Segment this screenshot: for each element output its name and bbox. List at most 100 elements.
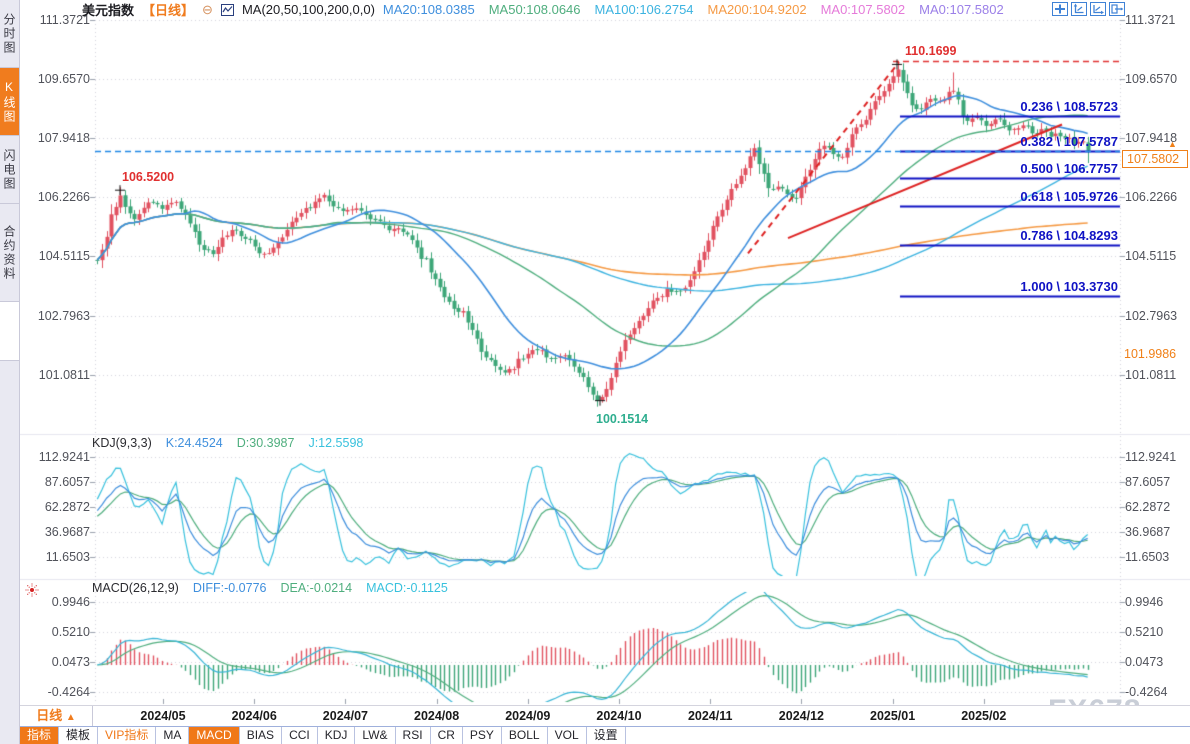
sidebar-tab-contract-info[interactable]: 合约资料: [0, 204, 19, 302]
toolbar-vip-indicators[interactable]: VIP指标: [98, 727, 156, 744]
macd-diff-value: DIFF:-0.0776: [193, 581, 267, 595]
x-axis-label: 2024/05: [140, 709, 185, 723]
period-selector-button[interactable]: 日线 ▲: [20, 706, 93, 726]
chart-toolbar-icons: [1052, 2, 1125, 16]
triangle-up-icon: ▲: [66, 712, 76, 723]
fib-level-label: 0.618 \ 105.9726: [880, 189, 1118, 204]
scale-up-icon[interactable]: [1071, 2, 1087, 16]
x-axis-label: 2025/01: [870, 709, 915, 723]
macd-title: MACD(26,12,9): [92, 581, 179, 595]
ma-values-group: MA20:108.0385 MA50:108.0646 MA100:106.2754…: [383, 2, 1004, 17]
trading-app-window: 分时图K线图闪电图合约资料 美元指数 【日线】 ⊖ MA(20,50,100,2…: [0, 0, 1190, 744]
fib-level-label: 0.500 \ 106.7757: [880, 161, 1118, 176]
y-axis-label: 101.0811: [1125, 368, 1176, 382]
toolbar-kdj[interactable]: KDJ: [318, 727, 356, 744]
kdj-k-value: K:24.4524: [166, 436, 223, 450]
y-axis-label: 107.9418: [24, 131, 90, 145]
x-axis-label: 2024/08: [414, 709, 459, 723]
x-axis-label: 2024/07: [323, 709, 368, 723]
toolbar-boll[interactable]: BOLL: [502, 727, 548, 744]
y-axis-label: 111.3721: [1125, 13, 1175, 27]
x-axis-label: 2024/12: [779, 709, 824, 723]
ma-value-5: MA0:107.5802: [821, 2, 906, 17]
toolbar-settings[interactable]: 设置: [587, 727, 626, 744]
toolbar-macd[interactable]: MACD: [189, 727, 239, 744]
toolbar-indicators[interactable]: 指标: [20, 727, 59, 744]
y-axis-label: 36.9687: [24, 525, 90, 539]
toolbar-psy[interactable]: PSY: [463, 727, 502, 744]
sidebar-tab-flash-chart[interactable]: 闪电图: [0, 136, 19, 204]
fib-level-label: 0.236 \ 108.5723: [880, 99, 1118, 114]
y-axis-label: 112.9241: [1125, 450, 1176, 464]
x-axis-row: 日线 ▲ 2024/05 2024/06 2024/07 2024/08 2024/09…: [20, 705, 1190, 727]
alert-price-label: 101.9986: [1124, 347, 1176, 361]
y-axis-label: 0.5210: [24, 625, 90, 639]
toolbar-cr[interactable]: CR: [431, 727, 463, 744]
ma-value-2: MA50:108.0646: [489, 2, 581, 17]
y-axis-label: 109.6570: [24, 72, 90, 86]
indicator-toolbar: 指标模板VIP指标MAMACDBIASCCIKDJLW&RSICRPSYBOLL…: [20, 727, 1190, 744]
kdj-title: KDJ(9,3,3): [92, 436, 152, 450]
y-axis-label: 104.5115: [24, 249, 90, 263]
y-axis-label: 109.6570: [1125, 72, 1177, 86]
sidebar-tab-candle-chart[interactable]: K线图: [0, 68, 19, 136]
toolbar-lw[interactable]: LW&: [355, 727, 395, 744]
y-axis-label: 62.2872: [24, 500, 90, 514]
chart-type-sidebar: 分时图K线图闪电图合约资料: [0, 0, 20, 744]
ma-value-4: MA200:104.9202: [708, 2, 807, 17]
kdj-header: KDJ(9,3,3) K:24.4524 D:30.3987 J:12.5598: [92, 436, 363, 450]
y-axis-label: 11.6503: [24, 550, 90, 564]
pan-icon[interactable]: [1052, 2, 1068, 16]
y-axis-label: 111.3721: [24, 13, 90, 27]
x-axis-label: 2024/06: [232, 709, 277, 723]
indicator-settings-icon[interactable]: [25, 583, 39, 597]
y-axis-label: 0.0473: [1125, 655, 1163, 669]
y-axis-label: 0.0473: [24, 655, 90, 669]
scale-right-icon[interactable]: [1090, 2, 1106, 16]
period-title: 【日线】: [142, 0, 194, 19]
price-annotation: 100.1514: [596, 412, 648, 426]
y-axis-label: 0.5210: [1125, 625, 1163, 639]
y-axis-label: 87.6057: [1125, 475, 1170, 489]
y-axis-label: 101.0811: [24, 368, 90, 382]
price-annotation: 110.1699: [905, 44, 956, 58]
macd-header: MACD(26,12,9) DIFF:-0.0776 DEA:-0.0214 M…: [92, 581, 448, 595]
y-axis-label: 36.9687: [1125, 525, 1170, 539]
y-axis-label: 102.7963: [24, 309, 90, 323]
y-axis-label: 112.9241: [24, 450, 90, 464]
x-axis-label: 2024/10: [596, 709, 641, 723]
y-axis-label: 11.6503: [1125, 550, 1169, 564]
kdj-d-value: D:30.3987: [237, 436, 295, 450]
fib-level-label: 0.382 \ 107.5787: [880, 134, 1118, 149]
y-axis-label: 0.9946: [24, 595, 90, 609]
symbol-title: 美元指数: [82, 0, 134, 19]
ma-value-6: MA0:107.5802: [919, 2, 1004, 17]
y-axis-label: 0.9946: [1125, 595, 1163, 609]
sidebar-empty-slot: [0, 302, 19, 361]
ma-settings-label: MA(20,50,100,200,0,0): [242, 2, 375, 17]
toolbar-templates[interactable]: 模板: [59, 727, 98, 744]
toolbar-cci[interactable]: CCI: [282, 727, 318, 744]
toolbar-vol[interactable]: VOL: [548, 727, 587, 744]
x-axis-label: 2024/11: [688, 709, 733, 723]
y-axis-label: 87.6057: [24, 475, 90, 489]
sidebar-tab-minute-chart[interactable]: 分时图: [0, 0, 19, 68]
price-annotation: 106.5200: [122, 170, 174, 184]
ma-value-3: MA100:106.2754: [595, 2, 694, 17]
y-axis-label: 102.7963: [1125, 309, 1177, 323]
toolbar-ma[interactable]: MA: [156, 727, 189, 744]
y-axis-label: -0.4264: [1125, 685, 1167, 699]
x-axis-label: 2024/09: [505, 709, 550, 723]
ma-value-1: MA20:108.0385: [383, 2, 475, 17]
chart-header: 美元指数 【日线】 ⊖ MA(20,50,100,200,0,0) MA20:1…: [82, 1, 1004, 18]
fib-level-label: 1.000 \ 103.3730: [880, 279, 1118, 294]
candlestick-type-icon[interactable]: [221, 4, 234, 16]
macd-macd-value: MACD:-0.1125: [366, 581, 448, 595]
collapse-icon[interactable]: ⊖: [202, 3, 213, 16]
toolbar-bias[interactable]: BIAS: [240, 727, 282, 744]
toolbar-rsi[interactable]: RSI: [396, 727, 431, 744]
kdj-j-value: J:12.5598: [308, 436, 363, 450]
y-axis-label: 106.2266: [1125, 190, 1177, 204]
current-price-tag: 107.5802: [1122, 150, 1188, 168]
exit-icon[interactable]: [1109, 2, 1125, 16]
